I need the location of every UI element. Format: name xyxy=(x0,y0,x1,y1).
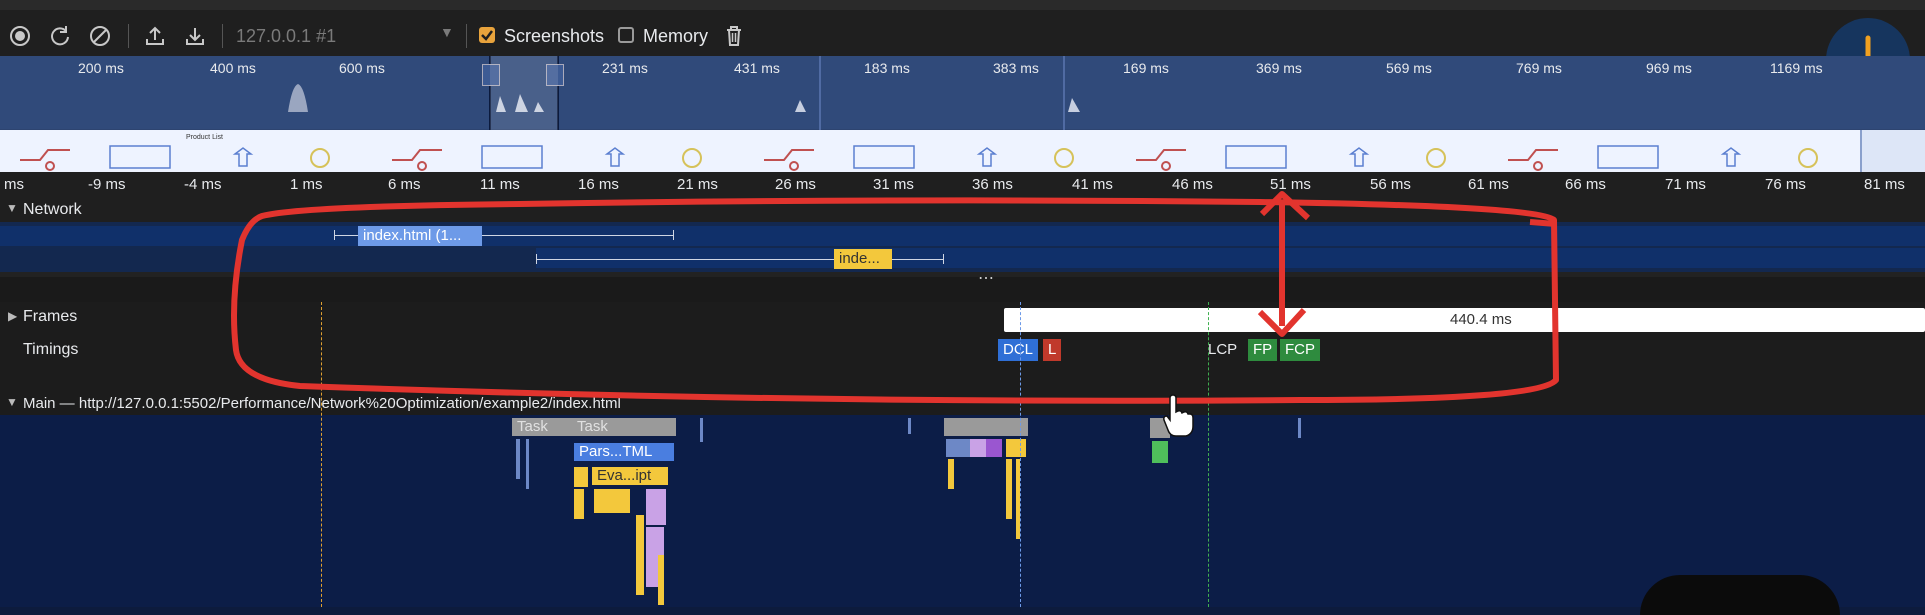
hand-cursor-icon xyxy=(1163,394,1194,437)
presenter-silhouette xyxy=(1640,575,1840,615)
red-annotation-overlay xyxy=(231,191,1559,404)
